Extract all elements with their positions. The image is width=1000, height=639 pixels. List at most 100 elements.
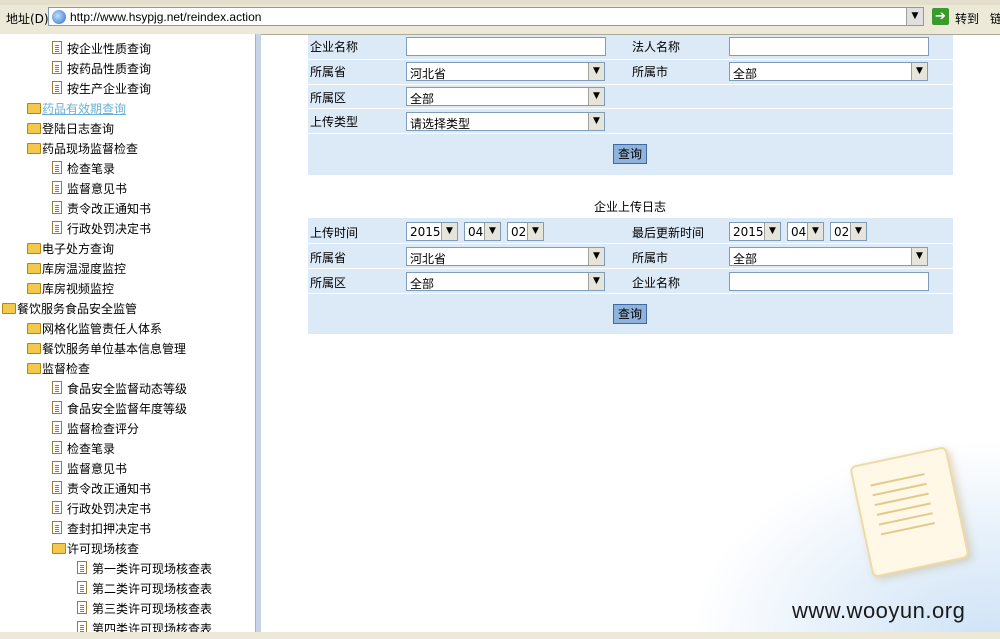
chevron-down-icon[interactable]: ▼ [484,223,500,240]
folder-icon [2,303,16,314]
toolbar-strip [0,0,1000,5]
go-arrow-icon: ➔ [932,8,949,25]
folder-icon [27,103,41,114]
go-button[interactable]: ➔ 转到 [930,7,986,27]
tree-item-label[interactable]: 第二类许可现场核查表 [92,580,212,597]
horizontal-scrollbar[interactable] [0,632,1000,639]
watermark-text: www.wooyun.org [792,598,966,623]
chevron-down-icon[interactable]: ▼ [911,63,927,80]
document-icon [52,461,62,474]
tree-item-label[interactable]: 责令改正通知书 [67,480,151,497]
tree-item-label[interactable]: 监督意见书 [67,460,127,477]
tree-item-label[interactable]: 库房视频监控 [42,280,114,297]
tree-item-label[interactable]: 第一类许可现场核查表 [92,560,212,577]
chevron-down-icon[interactable]: ▼ [911,248,927,265]
folder-icon [27,123,41,134]
tree-item-label[interactable]: 查封扣押决定书 [67,520,151,537]
frame-divider[interactable] [255,34,261,634]
document-icon [52,501,62,514]
city-value: 全部 [733,252,758,266]
update-year-select[interactable]: 2015 ▼ [729,222,781,241]
tree-item-label[interactable]: 药品现场监督检查 [42,140,138,157]
document-icon [52,421,62,434]
tree-item-label[interactable]: 按企业性质查询 [67,40,151,57]
tree-item-label[interactable]: 责令改正通知书 [67,200,151,217]
query-button[interactable]: 查询 [613,144,647,164]
chevron-down-icon[interactable]: ▼ [588,63,604,80]
chevron-down-icon[interactable]: ▼ [441,223,457,240]
document-icon [52,161,62,174]
company-name-label: 企业名称 [632,276,681,290]
upload-type-label: 上传类型 [310,115,359,129]
company-name-input[interactable] [729,272,929,291]
document-icon [52,41,62,54]
folder-icon [27,143,41,154]
tree-item-label[interactable]: 食品安全监督动态等级 [67,380,187,397]
chevron-down-icon[interactable]: ▼ [588,88,604,105]
upload-year-select[interactable]: 2015 ▼ [406,222,458,241]
tree-item-label[interactable]: 第三类许可现场核查表 [92,600,212,617]
document-icon [52,481,62,494]
tree-item-label[interactable]: 网格化监管责任人体系 [42,320,162,337]
district-select[interactable]: 全部 ▼ [406,87,605,106]
upload-month-value: 04 [468,225,484,239]
chevron-down-icon[interactable]: ▼ [850,223,866,240]
chevron-down-icon[interactable]: ▼ [807,223,823,240]
update-day-value: 02 [834,225,850,239]
tree-item-label[interactable]: 登陆日志查询 [42,120,114,137]
tree-item-label[interactable]: 监督检查 [42,360,90,377]
tree-item-label[interactable]: 电子处方查询 [42,240,114,257]
document-icon [52,401,62,414]
city-select[interactable]: 全部 ▼ [729,247,928,266]
chevron-down-icon[interactable]: ▼ [588,273,604,290]
tree-item-label[interactable]: 餐饮服务单位基本信息管理 [42,340,186,357]
tree-item-label[interactable]: 检查笔录 [67,440,115,457]
tree-item-label[interactable]: 库房温湿度监控 [42,260,126,277]
tree-item-label[interactable]: 检查笔录 [67,160,115,177]
district-value: 全部 [410,92,435,106]
district-select[interactable]: 全部 ▼ [406,272,605,291]
tree-item-label[interactable]: 监督检查评分 [67,420,139,437]
globe-icon [52,10,66,24]
upload-year-value: 2015 [410,225,441,239]
province-select[interactable]: 河北省 ▼ [406,247,605,266]
tree-item-label[interactable]: 按药品性质查询 [67,60,151,77]
tree-item-label[interactable]: 药品有效期查询 [42,100,126,117]
navigation-tree: 按企业性质查询 按药品性质查询 按生产企业查询药品有效期查询 登陆日志查询药品现场监督… [0,34,255,634]
chevron-down-icon[interactable]: ▼ [588,248,604,265]
tree-item-label[interactable]: 行政处罚决定书 [67,500,151,517]
tree-item-label[interactable]: 监督意见书 [67,180,127,197]
document-icon [52,441,62,454]
document-icon [52,181,62,194]
upload-day-select[interactable]: 02 ▼ [507,222,544,241]
city-label: 所属市 [632,251,669,265]
chevron-down-icon[interactable]: ▼ [764,223,780,240]
address-url[interactable]: http://www.hsypjg.net/reindex.action [70,10,261,24]
folder-icon [27,283,41,294]
tree-item-label[interactable]: 许可现场核查 [67,540,139,557]
chevron-down-icon[interactable]: ▼ [527,223,543,240]
upload-log-title: 企业上传日志 [593,200,666,214]
tree-item-label[interactable]: 餐饮服务食品安全监管 [17,300,137,317]
chevron-down-icon[interactable]: ▼ [906,8,923,25]
last-update-label: 最后更新时间 [632,226,705,240]
city-select[interactable]: 全部 ▼ [729,62,928,81]
links-label[interactable]: 链 [990,10,1000,27]
upload-type-select[interactable]: 请选择类型 ▼ [406,112,605,131]
log-query-button[interactable]: 查询 [613,304,647,324]
document-icon [52,521,62,534]
tree-item-label[interactable]: 食品安全监督年度等级 [67,400,187,417]
upload-month-select[interactable]: 04 ▼ [464,222,501,241]
chevron-down-icon[interactable]: ▼ [588,113,604,130]
upload-day-value: 02 [511,225,527,239]
tree-item-label[interactable]: 按生产企业查询 [67,80,151,97]
tree-item-label[interactable]: 行政处罚决定书 [67,220,151,237]
update-month-select[interactable]: 04 ▼ [787,222,824,241]
province-select[interactable]: 河北省 ▼ [406,62,605,81]
address-input[interactable]: http://www.hsypjg.net/reindex.action ▼ [48,7,924,26]
document-icon [52,381,62,394]
legal-name-input[interactable] [729,37,929,56]
company-name-input[interactable] [406,37,606,56]
update-day-select[interactable]: 02 ▼ [830,222,867,241]
go-label: 转到 [955,12,980,26]
